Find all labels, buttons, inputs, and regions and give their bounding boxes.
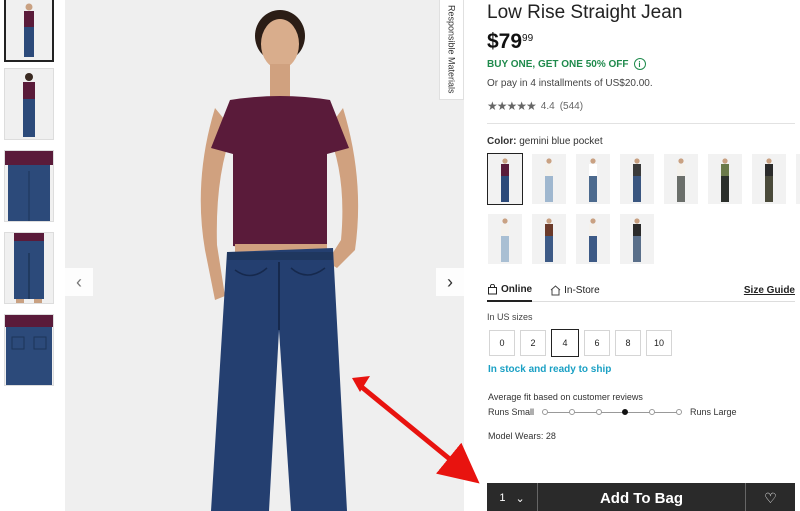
- color-swatch[interactable]: [575, 153, 611, 205]
- swatch-model-figure: [545, 218, 553, 262]
- fit-scale-point: [542, 409, 549, 415]
- divider: [487, 123, 795, 124]
- star-rating-icon: ★★★★★: [487, 99, 537, 113]
- color-selected-name: gemini blue pocket: [519, 136, 603, 147]
- jeans-detail-figure: [5, 151, 53, 221]
- model-wears: Model Wears: 28: [488, 431, 556, 441]
- color-swatch[interactable]: [487, 213, 523, 265]
- color-swatch-grid: [487, 153, 800, 265]
- store-icon: [550, 285, 561, 296]
- installments-text: Or pay in 4 installments of US$20.00.: [487, 78, 653, 89]
- swatch-model-figure: [589, 158, 597, 202]
- stock-status: In stock and ready to ship: [488, 364, 612, 375]
- size-option[interactable]: 2: [520, 330, 546, 356]
- chevron-left-icon: ‹: [76, 271, 82, 292]
- promo-banner: BUY ONE, GET ONE 50% OFF i: [487, 58, 795, 70]
- add-to-bag-bar: 1 ⌄ Add To Bag ♡: [487, 483, 795, 511]
- color-swatch[interactable]: [663, 153, 699, 205]
- tab-instore[interactable]: In-Store: [550, 280, 600, 302]
- thumbnail-3[interactable]: [4, 150, 54, 222]
- model-figure: [24, 3, 34, 57]
- fit-right-label: Runs Large: [690, 407, 737, 417]
- color-swatch[interactable]: [531, 213, 567, 265]
- tab-instore-label: In-Store: [564, 285, 600, 296]
- add-to-bag-button[interactable]: Add To Bag: [538, 490, 745, 507]
- fit-scale-point: [595, 409, 602, 415]
- fit-scale: [542, 407, 683, 417]
- jeans-legs-figure: [14, 233, 44, 303]
- model-back-figure: [23, 73, 35, 137]
- color-swatch[interactable]: [707, 153, 743, 205]
- size-option[interactable]: 0: [489, 330, 515, 356]
- chevron-down-icon: ⌄: [515, 492, 525, 505]
- quantity-value: 1: [499, 492, 506, 504]
- size-system-label: In US sizes: [487, 312, 533, 322]
- thumbnail-1[interactable]: [4, 0, 54, 62]
- responsible-materials-label: Responsible Materials: [446, 5, 457, 94]
- size-option[interactable]: 8: [615, 330, 641, 356]
- size-option[interactable]: 6: [584, 330, 610, 356]
- swatch-model-figure: [545, 158, 553, 202]
- product-title: Low Rise Straight Jean: [487, 2, 683, 23]
- color-swatch[interactable]: [575, 213, 611, 265]
- thumbnail-column: [4, 0, 58, 396]
- product-info-panel: Low Rise Straight Jean $7999 BUY ONE, GE…: [487, 0, 800, 511]
- fulfillment-tabs: Online In-Store Size Guide: [487, 280, 795, 302]
- fit-scale-row: Runs Small Runs Large: [488, 407, 788, 417]
- color-label: Color:: [487, 136, 517, 147]
- swatch-model-figure: [589, 218, 597, 262]
- swatch-model-figure: [721, 158, 729, 202]
- product-price: $7999: [487, 30, 795, 54]
- color-swatch[interactable]: [619, 153, 655, 205]
- chevron-right-icon: ›: [447, 271, 453, 292]
- color-swatch[interactable]: [487, 153, 523, 205]
- swatch-model-figure: [501, 158, 509, 202]
- fit-title: Average fit based on customer reviews: [488, 392, 643, 402]
- swatch-model-figure: [501, 218, 509, 262]
- thumbnail-4[interactable]: [4, 232, 54, 304]
- fit-left-label: Runs Small: [488, 407, 535, 417]
- rating-value: 4.4: [540, 100, 555, 112]
- thumbnail-5[interactable]: [4, 314, 54, 386]
- thumbnail-2[interactable]: [4, 68, 54, 140]
- bag-icon: [488, 284, 497, 295]
- tab-online-label: Online: [501, 284, 533, 295]
- prev-image-button[interactable]: ‹: [65, 268, 93, 296]
- tab-online[interactable]: Online: [487, 280, 533, 302]
- rating-count: (544): [559, 100, 584, 112]
- size-guide-link[interactable]: Size Guide: [744, 285, 795, 296]
- size-option[interactable]: 4: [551, 329, 579, 357]
- color-swatch[interactable]: [795, 153, 800, 205]
- fit-scale-point: [676, 409, 683, 415]
- swatch-model-figure: [633, 158, 641, 202]
- main-product-image: ‹ ›: [65, 0, 464, 511]
- fit-scale-point: [622, 409, 629, 415]
- swatch-model-figure: [765, 158, 773, 202]
- swatch-model-figure: [677, 158, 685, 202]
- color-swatch[interactable]: [751, 153, 787, 205]
- rating-row[interactable]: ★★★★★ 4.4 (544): [487, 99, 795, 113]
- swatch-model-figure: [633, 218, 641, 262]
- promo-text: BUY ONE, GET ONE 50% OFF: [487, 58, 629, 70]
- color-label-row: Color: gemini blue pocket: [487, 136, 795, 147]
- size-selector: 0 2 4 6 8 10: [489, 329, 672, 357]
- heart-icon: ♡: [764, 489, 777, 506]
- wishlist-button[interactable]: ♡: [745, 483, 795, 511]
- fit-scale-point: [649, 409, 656, 415]
- responsible-materials-tab[interactable]: Responsible Materials: [439, 0, 464, 100]
- color-swatch[interactable]: [531, 153, 567, 205]
- fit-scale-point: [568, 409, 575, 415]
- next-image-button[interactable]: ›: [436, 268, 464, 296]
- color-swatch[interactable]: [619, 213, 655, 265]
- quantity-select[interactable]: 1 ⌄: [487, 483, 538, 511]
- info-icon[interactable]: i: [633, 58, 646, 70]
- fit-scale-line: [544, 412, 681, 413]
- price-main: $79: [487, 30, 523, 53]
- size-option[interactable]: 10: [646, 330, 672, 356]
- model-photo: [200, 10, 359, 511]
- jeans-back-figure: [5, 315, 53, 385]
- price-cents: 99: [522, 33, 534, 44]
